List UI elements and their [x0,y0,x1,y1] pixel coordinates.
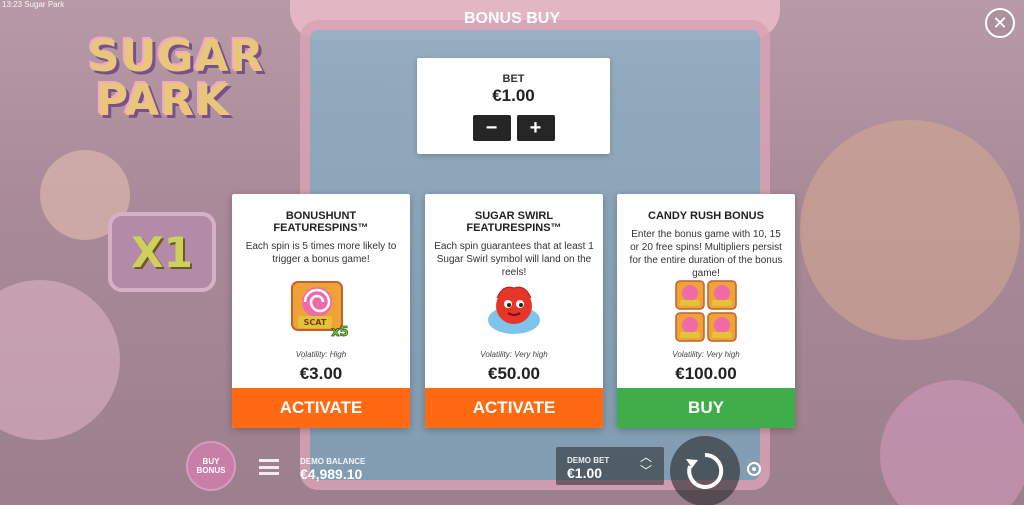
volatility-label: Volatility: Very high [480,350,548,359]
card-description: Each spin is 5 times more likely to trig… [245,241,397,265]
close-icon: ✕ [992,12,1008,33]
demo-bet-label: DEMO BET [567,456,610,465]
window-title: 13:23 Sugar Park [2,0,65,9]
activate-button[interactable]: ACTIVATE [425,388,603,428]
chevron-up-icon[interactable]: ︿ [640,450,652,464]
card-description: Each spin guarantees that at least 1 Sug… [434,241,594,278]
spin-button[interactable] [670,436,740,505]
card-title: CANDY RUSH BONUS [648,210,764,222]
buy-button[interactable]: BUY [617,388,795,428]
bet-panel: BET €1.00 − + [417,58,610,154]
card-price: €50.00 [488,364,540,383]
svg-text:x5: x5 [331,325,348,340]
bet-stepper[interactable]: ︿ ﹀ [640,450,652,478]
candy-decoration [880,380,1024,505]
buy-bonus-button[interactable]: BUY BONUS [186,441,236,491]
card-title: BONUSHUNT FEATURESPINS™ [273,210,369,234]
candy-decoration [0,280,120,440]
game-logo: SUGAR PARK [88,31,265,126]
balance-value: €4,989.10 [300,466,363,482]
logo-line-1: SUGAR [88,31,265,82]
card-price: €3.00 [299,364,343,383]
candy-decoration [800,120,1020,340]
balance-label: DEMO BALANCE [300,457,366,466]
spin-icon [686,452,724,489]
scatter-x5-icon: SCAT x5 [290,280,352,342]
chevron-down-icon[interactable]: ﹀ [640,464,652,478]
activate-button[interactable]: ACTIVATE [232,388,410,428]
bonus-option-card: SUGAR SWIRL FEATURESPINS™ Each spin guar… [425,194,603,428]
autoplay-button[interactable] [744,459,764,479]
bet-value: €1.00 [492,86,535,105]
bet-controls: − + [417,115,610,141]
bonus-option-card: CANDY RUSH BONUS Enter the bonus game wi… [617,194,795,428]
sugar-swirl-icon [483,280,545,342]
autoplay-icon [747,462,761,476]
card-price: €100.00 [675,364,737,383]
demo-bet-value: €1.00 [567,465,603,481]
menu-icon[interactable] [259,459,279,475]
increase-bet-button[interactable]: + [516,115,555,141]
multiplier-display: X1 [108,212,216,292]
four-scatters-icon [675,280,737,342]
volatility-label: Volatility: High [295,350,347,359]
card-description: Enter the bonus game with 10, 15 or 20 f… [629,229,783,279]
decrease-bet-button[interactable]: − [472,115,511,141]
svg-text:SCAT: SCAT [304,318,327,327]
close-button[interactable]: ✕ [985,8,1015,38]
card-title: SUGAR SWIRL FEATURESPINS™ [466,210,562,234]
bonus-buy-title: BONUS BUY [463,10,560,27]
bonus-option-card: BONUSHUNT FEATURESPINS™ Each spin is 5 t… [232,194,410,428]
volatility-label: Volatility: Very high [672,350,740,359]
bet-label: BET [502,73,525,85]
logo-line-2: PARK [95,75,231,126]
